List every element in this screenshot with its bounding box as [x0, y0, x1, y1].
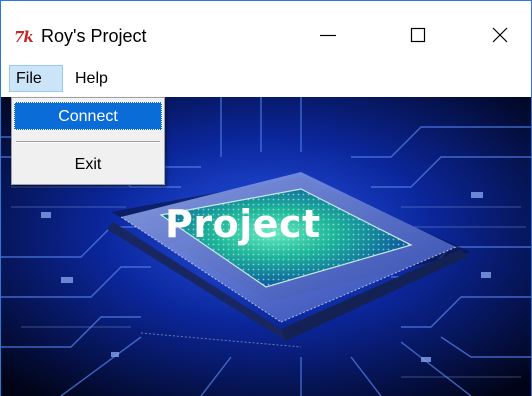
close-icon: [492, 27, 508, 43]
hero-title: Project: [165, 202, 321, 246]
title-bar[interactable]: 7k Roy's Project: [1, 1, 531, 62]
menu-item-connect[interactable]: Connect: [14, 102, 162, 130]
app-window: 7k Roy's Project File Help Project Conne…: [0, 0, 532, 396]
menu-bar: File Help: [1, 62, 531, 95]
minimize-button[interactable]: [305, 15, 351, 55]
menu-help[interactable]: Help: [69, 65, 114, 92]
menu-file[interactable]: File: [9, 65, 63, 92]
menu-separator: [16, 141, 160, 143]
tk-feather-icon: 7k: [14, 28, 34, 46]
window-title: Roy's Project: [41, 26, 147, 46]
minimize-icon: [320, 34, 336, 37]
maximize-icon: [410, 27, 426, 43]
maximize-button[interactable]: [395, 15, 441, 55]
menu-item-exit[interactable]: Exit: [14, 151, 162, 179]
close-button[interactable]: [477, 15, 523, 55]
file-dropdown-menu: Connect Exit: [11, 97, 165, 185]
